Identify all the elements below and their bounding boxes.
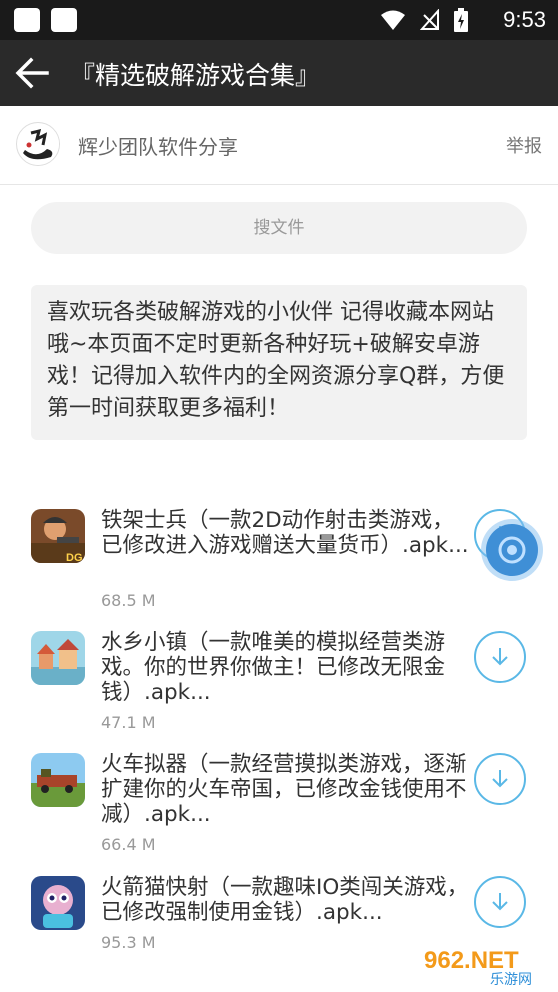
file-size: 68.5 M <box>101 591 156 610</box>
watermark-sub: 乐游网 <box>490 972 532 986</box>
clock: 9:53 <box>503 7 546 32</box>
description-box: 喜欢玩各类破解游戏的小伙伴 记得收藏本网站哦~本页面不定时更新各种好玩+破解安卓… <box>31 285 527 440</box>
download-icon <box>492 893 508 911</box>
list-item[interactable]: DG 铁架士兵（一款2D动作射击类游戏，已修改进入游戏赠送大量货币）.apk..… <box>0 505 558 625</box>
wifi-icon <box>381 10 405 30</box>
file-title[interactable]: 火车拟器（一款经营摸拟类游戏，逐渐扩建你的火车帝国，已修改金钱使用不减）.apk… <box>101 752 473 827</box>
download-icon <box>492 770 508 788</box>
file-title[interactable]: 火箭猫快射（一款趣味IO类闯关游戏，已修改强制使用金钱）.apk... <box>101 875 473 925</box>
status-bar: 9:53 <box>0 0 558 40</box>
download-icon <box>492 648 508 666</box>
file-size: 95.3 M <box>101 933 156 952</box>
file-title[interactable]: 铁架士兵（一款2D动作射击类游戏，已修改进入游戏赠送大量货币）.apk... <box>101 508 473 558</box>
notification-icon <box>14 8 40 32</box>
watermark-logo: 962.NET 乐游网 <box>420 944 552 988</box>
app-bar: 『精选破解游戏合集』 <box>0 40 558 106</box>
file-size: 66.4 M <box>101 835 156 854</box>
avatar-logo-icon <box>18 124 59 165</box>
svg-text:DG: DG <box>66 552 83 563</box>
report-link[interactable]: 举报 <box>506 132 542 158</box>
page-title: 『精选破解游戏合集』 <box>70 61 321 90</box>
list-item[interactable]: 水乡小镇（一款唯美的模拟经营类游戏。你的世界你做主！已修改无限金钱）.apk..… <box>0 627 558 747</box>
no-signal-icon <box>420 9 439 30</box>
list-item[interactable]: 火车拟器（一款经营摸拟类游戏，逐渐扩建你的火车帝国，已修改金钱使用不减）.apk… <box>0 749 558 869</box>
battery-icon <box>454 8 468 32</box>
download-button[interactable] <box>474 631 526 683</box>
author-name[interactable]: 辉少团队软件分享 <box>78 131 238 160</box>
search-input[interactable]: 搜文件 <box>31 202 527 254</box>
app-icon-train <box>31 753 85 807</box>
avatar[interactable] <box>16 122 60 166</box>
floating-assist-button[interactable] <box>486 524 538 576</box>
assist-icon <box>498 536 526 564</box>
download-button[interactable] <box>474 753 526 805</box>
watermark-brand: 962.NET <box>424 947 519 974</box>
app-icon-rocket-cat <box>31 876 85 930</box>
author-row[interactable]: 辉少团队软件分享 举报 <box>0 106 558 185</box>
app-icon-town <box>31 631 85 685</box>
file-title[interactable]: 水乡小镇（一款唯美的模拟经营类游戏。你的世界你做主！已修改无限金钱）.apk..… <box>101 630 473 705</box>
app-icon-soldier: DG <box>31 509 85 563</box>
file-size: 47.1 M <box>101 713 156 732</box>
status-icons <box>380 8 468 32</box>
back-arrow-icon[interactable] <box>14 55 50 91</box>
notification-icon <box>51 8 77 32</box>
download-button[interactable] <box>474 876 526 928</box>
